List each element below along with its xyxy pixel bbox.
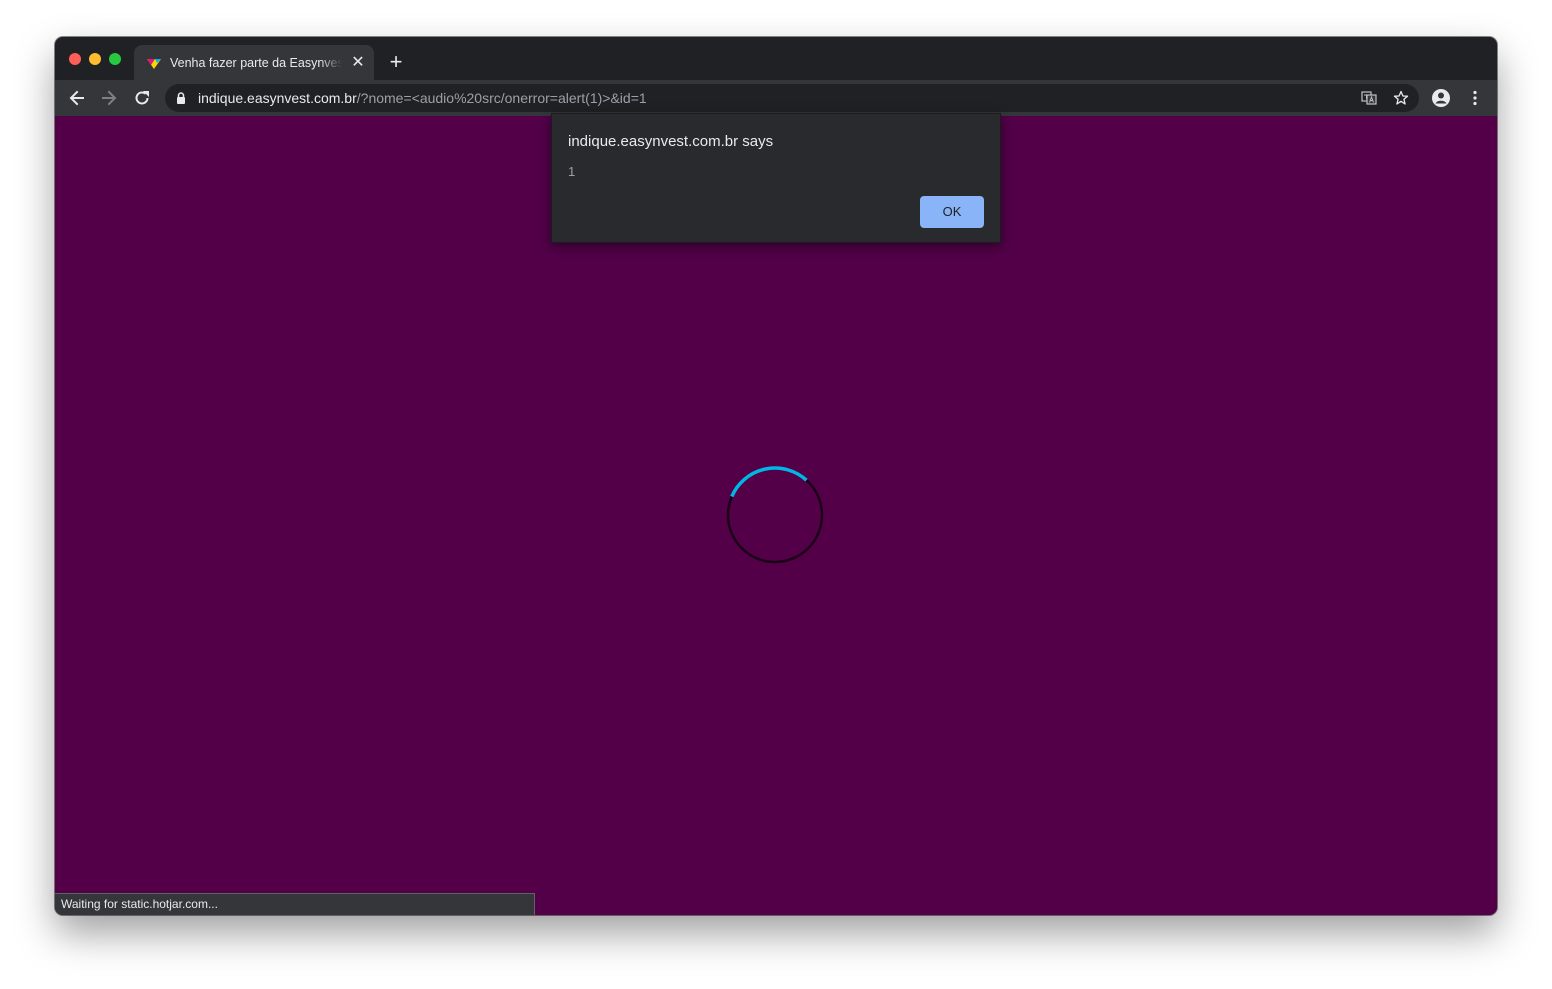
profile-icon[interactable] xyxy=(1431,88,1451,108)
url-path: /?nome=<audio%20src/onerror=alert(1)>&id… xyxy=(356,90,647,106)
window-minimize-button[interactable] xyxy=(89,53,101,65)
lock-icon[interactable] xyxy=(175,92,187,104)
address-bar[interactable]: indique.easynvest.com.br/?nome=<audio%20… xyxy=(165,84,1419,112)
page-content: indique.easynvest.com.br says 1 OK Waiti… xyxy=(55,113,1497,915)
browser-tab[interactable]: Venha fazer parte da Easynvest ✕ xyxy=(134,45,374,80)
ok-button[interactable]: OK xyxy=(920,196,984,228)
status-bar: Waiting for static.hotjar.com... xyxy=(55,893,535,915)
loading-spinner-icon xyxy=(726,466,824,564)
tab-strip: Venha fazer parte da Easynvest ✕ + xyxy=(55,37,1497,80)
easynvest-favicon-icon xyxy=(147,59,161,69)
window-close-button[interactable] xyxy=(69,53,81,65)
url-host: indique.easynvest.com.br xyxy=(198,90,357,106)
translate-icon[interactable] xyxy=(1361,90,1377,106)
browser-toolbar: indique.easynvest.com.br/?nome=<audio%20… xyxy=(55,80,1497,116)
alert-title: indique.easynvest.com.br says xyxy=(568,133,774,150)
window-maximize-button[interactable] xyxy=(109,53,121,65)
browser-window: Venha fazer parte da Easynvest ✕ + indiq… xyxy=(55,37,1497,915)
tab-close-icon[interactable]: ✕ xyxy=(350,55,366,71)
new-tab-button[interactable]: + xyxy=(385,51,407,73)
alert-message: 1 xyxy=(568,164,576,179)
bookmark-star-icon[interactable] xyxy=(1393,90,1409,106)
forward-arrow-icon[interactable] xyxy=(99,88,119,108)
tab-title: Venha fazer parte da Easynvest xyxy=(170,55,342,71)
kebab-menu-icon[interactable] xyxy=(1465,88,1485,108)
alert-dialog: indique.easynvest.com.br says 1 OK xyxy=(551,113,1001,243)
reload-icon[interactable] xyxy=(132,88,152,108)
back-arrow-icon[interactable] xyxy=(67,88,87,108)
url-text[interactable]: indique.easynvest.com.br/?nome=<audio%20… xyxy=(198,90,647,106)
